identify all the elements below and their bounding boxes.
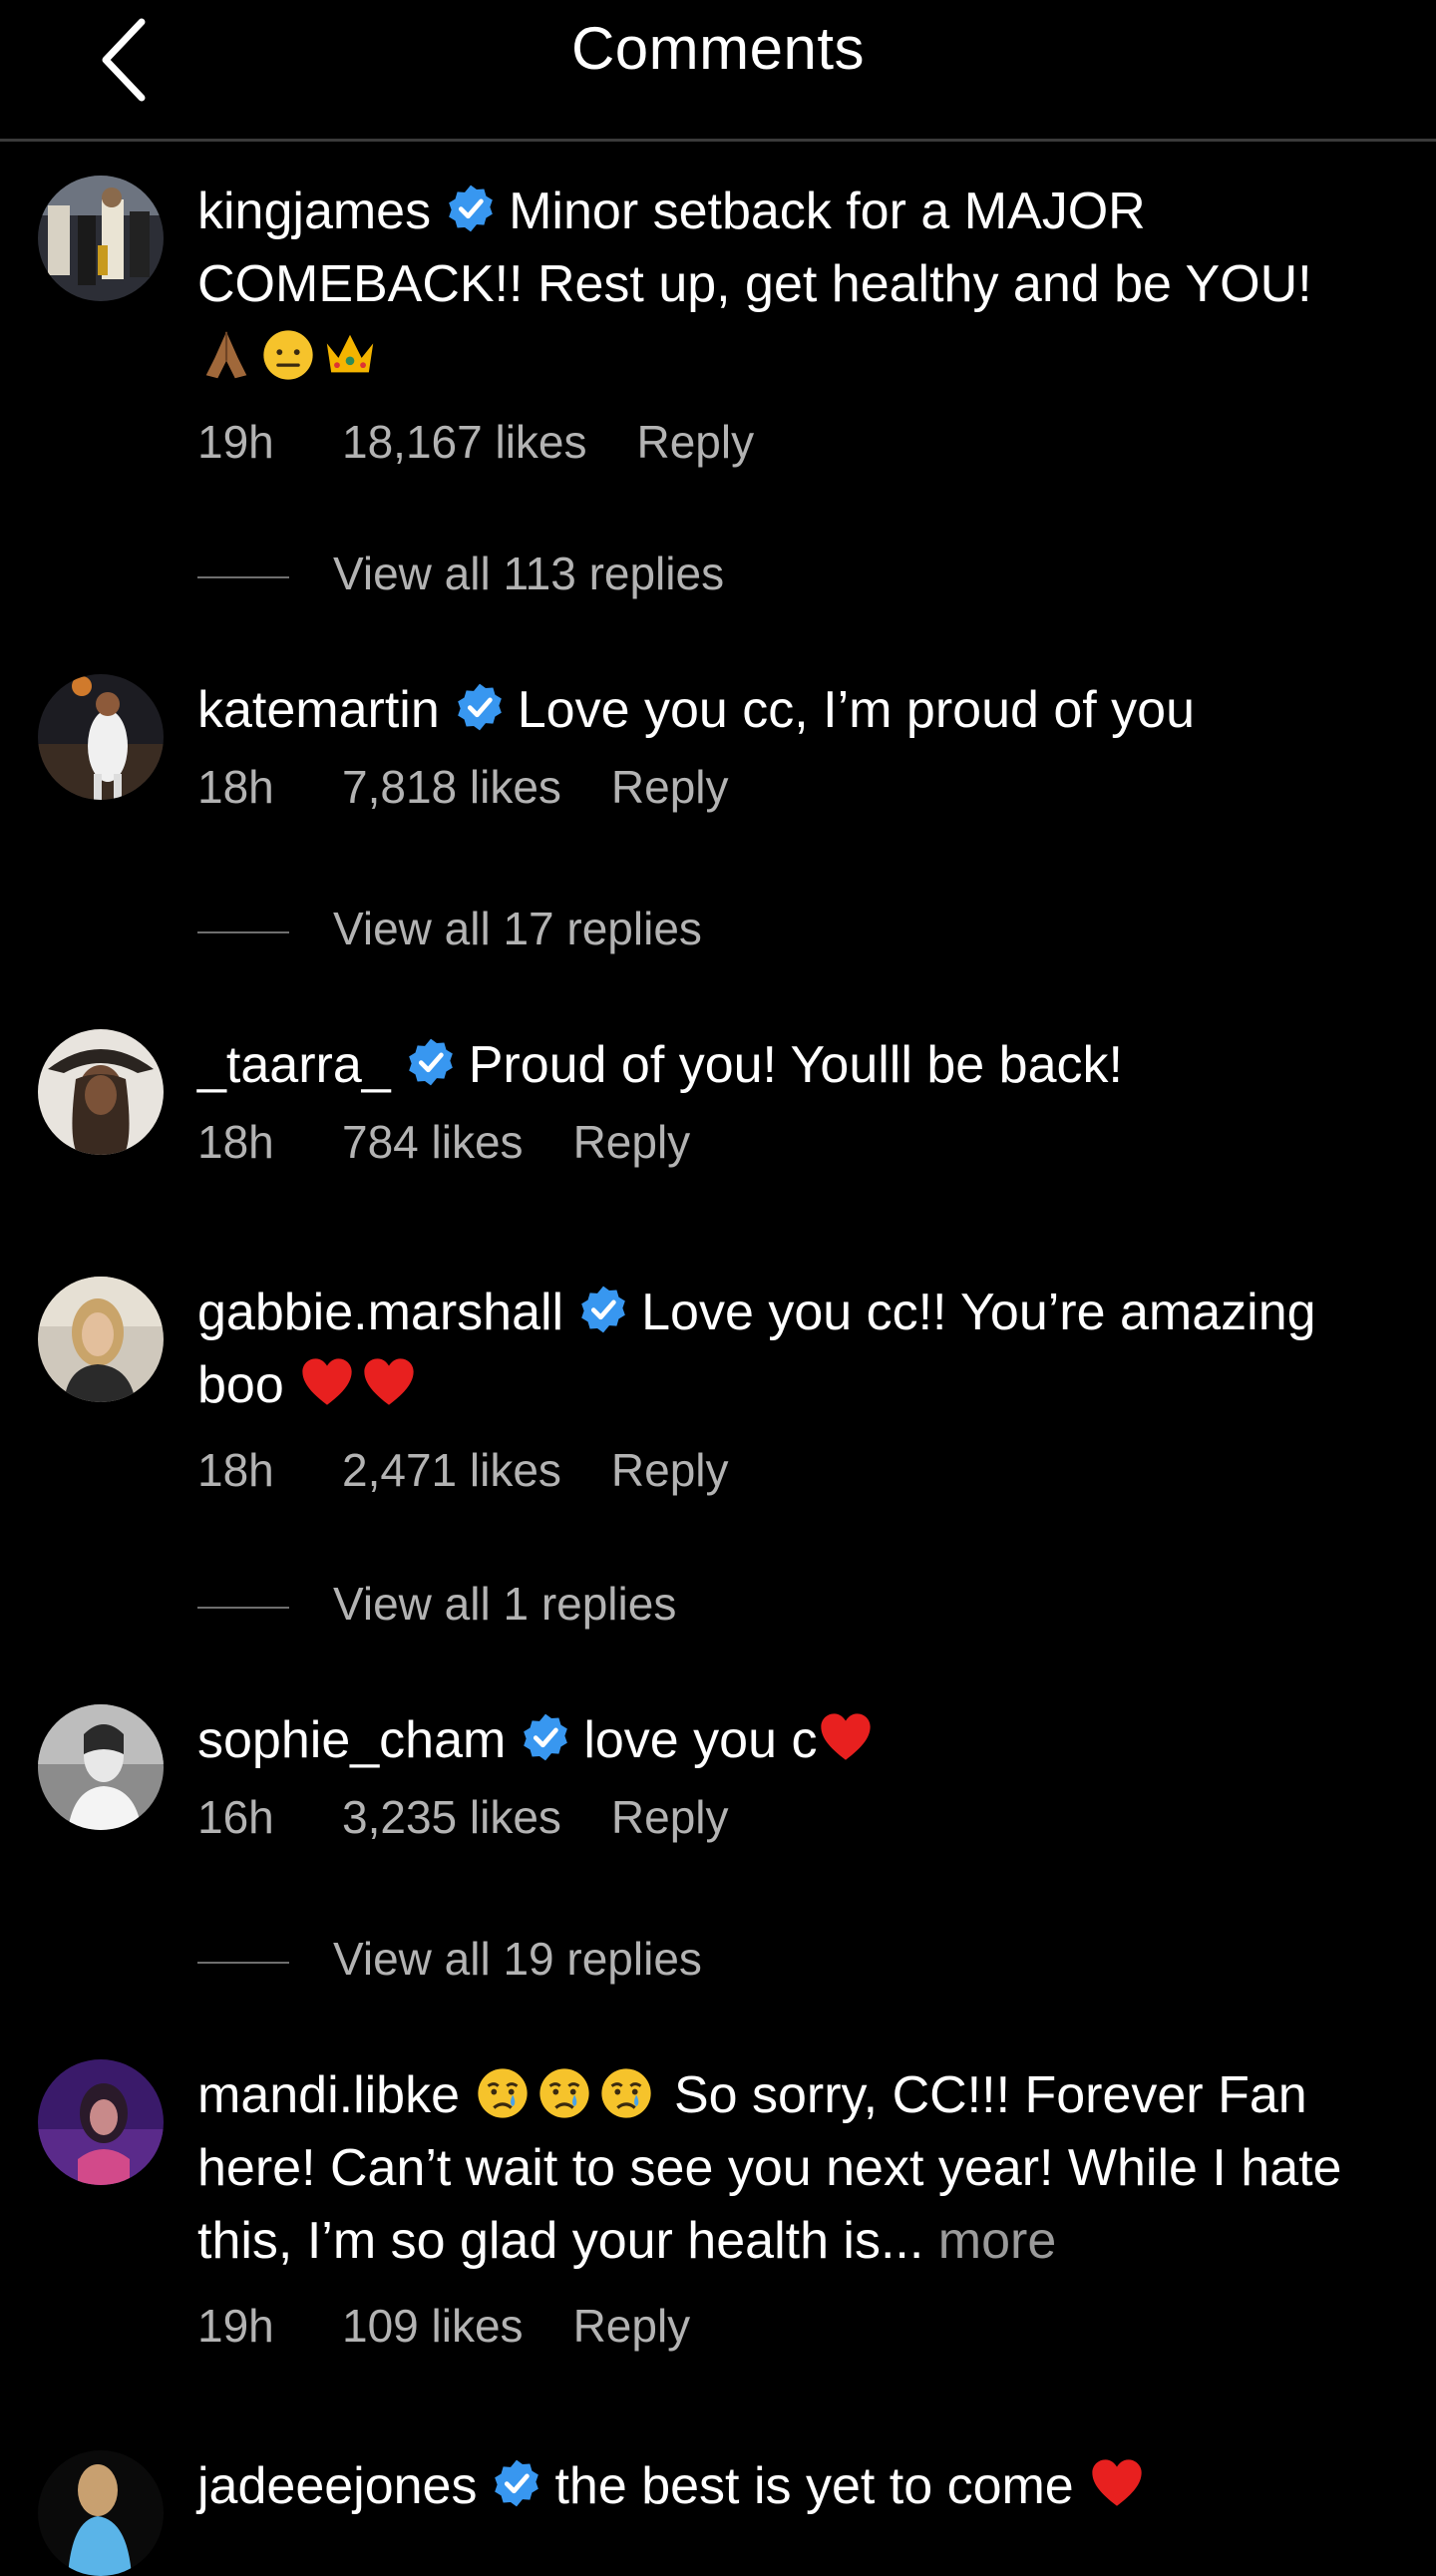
comment-likes[interactable]: 3,235 likes bbox=[342, 1787, 561, 1847]
comment-username[interactable]: mandi.libke bbox=[197, 2066, 460, 2124]
comment-username[interactable]: katemartin bbox=[197, 681, 440, 739]
verified-badge-icon bbox=[495, 2459, 539, 2507]
reply-button[interactable]: Reply bbox=[611, 757, 729, 817]
comment-time: 18h bbox=[197, 1444, 274, 1496]
reply-button[interactable]: Reply bbox=[573, 2296, 691, 2356]
avatar[interactable] bbox=[38, 2450, 164, 2576]
avatar[interactable] bbox=[38, 1029, 164, 1155]
view-replies-button[interactable]: View all 113 replies bbox=[197, 544, 724, 603]
crown-emoji bbox=[326, 334, 374, 373]
reply-button[interactable]: Reply bbox=[611, 1440, 729, 1500]
more-link[interactable]: more bbox=[938, 2212, 1056, 2270]
avatar[interactable] bbox=[38, 674, 164, 800]
red-heart-emoji bbox=[364, 1358, 414, 1405]
avatar[interactable] bbox=[38, 1704, 164, 1830]
comment-username[interactable]: gabbie.marshall bbox=[197, 1284, 563, 1341]
view-replies-label: View all 113 replies bbox=[333, 548, 725, 599]
verified-badge-icon bbox=[449, 184, 493, 232]
comment-text: Love you cc, I’m proud of you bbox=[517, 681, 1196, 739]
comment-text: Proud of you! Youlll be back! bbox=[468, 1036, 1123, 1094]
divider-line bbox=[197, 575, 289, 578]
comment-likes[interactable]: 18,167 likes bbox=[342, 412, 587, 472]
view-replies-button[interactable]: View all 1 replies bbox=[197, 1574, 676, 1634]
comment-meta: 18h 7,818 likes Reply bbox=[197, 757, 1404, 817]
comment-time: 18h bbox=[197, 761, 274, 813]
comment-time: 18h bbox=[197, 1116, 274, 1168]
divider-line bbox=[197, 1961, 289, 1964]
red-heart-emoji bbox=[1092, 2459, 1142, 2506]
verified-badge-icon bbox=[408, 1038, 453, 1086]
reply-button[interactable]: Reply bbox=[611, 1787, 729, 1847]
crying-face-emoji bbox=[539, 2068, 590, 2118]
reply-button[interactable]: Reply bbox=[637, 412, 755, 472]
comment-likes[interactable]: 784 likes bbox=[342, 1112, 524, 1172]
comment-meta: 18h 2,471 likes Reply bbox=[197, 1440, 1404, 1500]
view-replies-label: View all 19 replies bbox=[333, 1933, 702, 1985]
divider-line bbox=[197, 1606, 289, 1609]
comment-meta: 18h 784 likes Reply bbox=[197, 1112, 1404, 1172]
avatar[interactable] bbox=[38, 1277, 164, 1402]
crying-face-emoji bbox=[601, 2068, 652, 2118]
verified-badge-icon bbox=[457, 683, 502, 731]
reply-button[interactable]: Reply bbox=[573, 1112, 691, 1172]
salute-emoji bbox=[263, 330, 313, 380]
comment-username[interactable]: sophie_cham bbox=[197, 1711, 506, 1769]
crying-face-emoji bbox=[478, 2068, 529, 2118]
verified-badge-icon bbox=[581, 1286, 625, 1333]
comment-meta: 16h 3,235 likes Reply bbox=[197, 1787, 1404, 1847]
comment-text: the best is yet to come bbox=[554, 2457, 1074, 2515]
view-replies-button[interactable]: View all 19 replies bbox=[197, 1929, 702, 1989]
comment-username[interactable]: kingjames bbox=[197, 183, 431, 240]
comment-time: 19h bbox=[197, 2300, 274, 2352]
verified-badge-icon bbox=[524, 1713, 568, 1761]
comment-username[interactable]: jadeeejones bbox=[197, 2457, 477, 2515]
red-heart-emoji bbox=[821, 1713, 872, 1760]
red-heart-emoji bbox=[302, 1358, 352, 1405]
comment-username[interactable]: _taarra_ bbox=[197, 1036, 391, 1094]
comment-likes[interactable]: 109 likes bbox=[342, 2296, 524, 2356]
comment-likes[interactable]: 7,818 likes bbox=[342, 757, 561, 817]
comment-likes[interactable]: 2,471 likes bbox=[342, 1440, 561, 1500]
comment-text: love you c bbox=[583, 1711, 818, 1769]
view-replies-label: View all 1 replies bbox=[333, 1578, 677, 1630]
comment-time: 16h bbox=[197, 1791, 274, 1843]
page-title: Comments bbox=[570, 15, 866, 82]
divider-line bbox=[197, 930, 289, 933]
avatar[interactable] bbox=[38, 176, 164, 301]
comment-time: 19h bbox=[197, 416, 274, 468]
view-replies-label: View all 17 replies bbox=[333, 903, 702, 954]
folded-hands-emoji bbox=[205, 331, 247, 379]
avatar[interactable] bbox=[38, 2059, 164, 2185]
top-bar: Comments bbox=[0, 0, 1436, 142]
comment-meta: 19h 109 likes Reply bbox=[197, 2296, 1404, 2356]
view-replies-button[interactable]: View all 17 replies bbox=[197, 899, 702, 958]
comment-meta: 19h 18,167 likes Reply bbox=[197, 412, 1404, 472]
